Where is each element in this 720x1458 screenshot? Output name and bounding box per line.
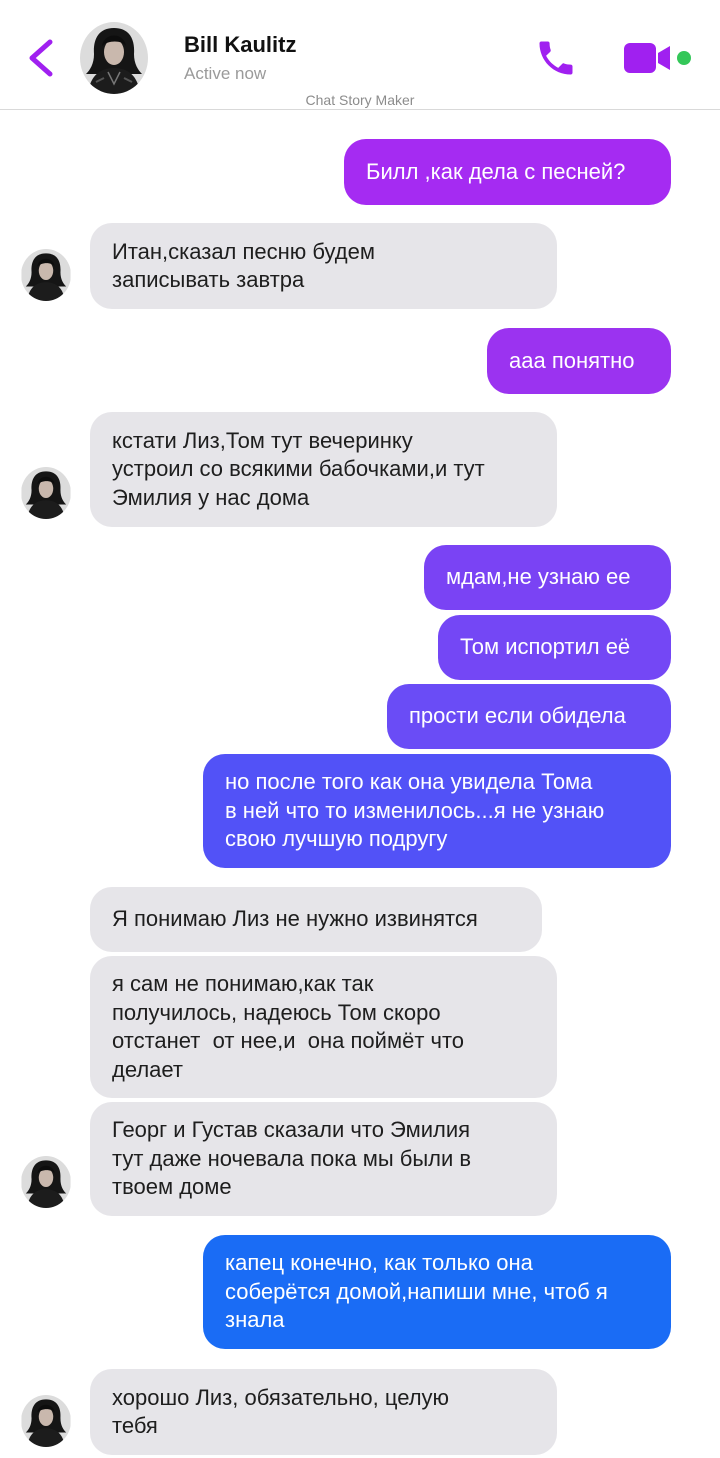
- outgoing-message-bubble[interactable]: но после того как она увидела Тома в ней…: [203, 754, 671, 868]
- online-status-dot: [677, 51, 691, 65]
- incoming-message-bubble[interactable]: кстати Лиз,Том тут вечеринку устроил со …: [90, 412, 557, 527]
- phone-icon: [539, 41, 573, 75]
- contact-status: Active now: [184, 64, 267, 83]
- outgoing-message-bubble[interactable]: мдам,не узнаю ее: [424, 545, 671, 610]
- sender-avatar[interactable]: [21, 249, 71, 301]
- incoming-message-bubble[interactable]: Георг и Густав сказали что Эмилия тут да…: [90, 1102, 557, 1216]
- chat-header: Bill Kaulitz Active now Chat Story Maker: [0, 0, 720, 110]
- outgoing-message-bubble[interactable]: капец конечно, как только она соберётся …: [203, 1235, 671, 1349]
- sender-avatar[interactable]: [21, 1156, 71, 1208]
- contact-avatar[interactable]: [80, 22, 148, 94]
- outgoing-message-bubble[interactable]: Том испортил её: [438, 615, 671, 680]
- video-camera-icon: [624, 43, 670, 73]
- outgoing-message-bubble[interactable]: прости если обидела: [387, 684, 671, 749]
- outgoing-message-bubble[interactable]: ааа понятно: [487, 328, 671, 394]
- incoming-message-bubble[interactable]: хорошо Лиз, обязательно, целую тебя: [90, 1369, 557, 1455]
- sender-avatar[interactable]: [21, 1395, 71, 1447]
- incoming-message-bubble[interactable]: Итан,сказал песню будем записывать завтр…: [90, 223, 557, 309]
- chevron-left-icon: [29, 39, 53, 77]
- message-list[interactable]: Билл ,как дела с песней? Итан,сказал песн…: [0, 111, 720, 1458]
- outgoing-message-bubble[interactable]: Билл ,как дела с песней?: [344, 139, 671, 205]
- incoming-message-bubble[interactable]: Я понимаю Лиз не нужно извинятся: [90, 887, 542, 952]
- back-button[interactable]: [22, 34, 62, 82]
- watermark: Chat Story Maker: [305, 92, 415, 108]
- video-call-button[interactable]: [622, 40, 672, 76]
- incoming-message-bubble[interactable]: я сам не понимаю,как так получилось, над…: [90, 956, 557, 1098]
- sender-avatar[interactable]: [21, 467, 71, 519]
- voice-call-button[interactable]: [534, 36, 578, 80]
- contact-name[interactable]: Bill Kaulitz: [184, 32, 296, 58]
